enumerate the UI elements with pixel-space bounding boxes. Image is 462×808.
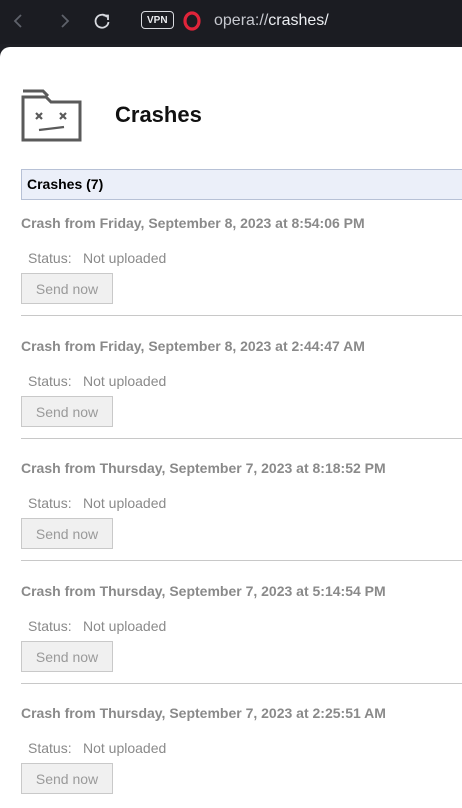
divider [21,438,462,439]
address-bar[interactable]: opera://crashes/ [214,11,329,31]
status-label: Status: [28,618,72,634]
forward-button[interactable] [53,10,75,32]
status-label: Status: [28,373,72,389]
sad-folder-icon [21,89,82,142]
page-title: Crashes [115,102,202,127]
back-button[interactable] [8,10,30,32]
crashes-section-header: Crashes (7) [21,169,462,200]
send-now-button[interactable]: Send now [21,763,113,794]
send-now-button[interactable]: Send now [21,518,113,549]
status-value: Not uploaded [83,250,167,266]
reload-button[interactable] [91,10,113,32]
send-now-button[interactable]: Send now [21,396,113,427]
chevron-right-icon [61,14,70,28]
crash-title: Crash from Thursday, September 7, 2023 a… [21,460,386,476]
status-value: Not uploaded [83,618,167,634]
status-label: Status: [28,495,72,511]
opera-logo-icon [183,11,201,31]
url-scheme: opera:// [214,12,269,29]
divider [21,683,462,684]
crash-entry: Crash from Thursday, September 7, 2023 a… [21,705,462,808]
status-label: Status: [28,250,72,266]
crash-title: Crash from Friday, September 8, 2023 at … [21,338,365,354]
page-content: Crashes Crashes (7) Crash from Friday, S… [0,47,462,808]
crash-title: Crash from Friday, September 8, 2023 at … [21,215,365,231]
crash-entry: Crash from Friday, September 8, 2023 at … [21,338,462,461]
send-now-button[interactable]: Send now [21,641,113,672]
browser-toolbar: VPN opera://crashes/ [0,0,462,44]
send-now-button[interactable]: Send now [21,273,113,304]
chevron-left-icon [13,14,22,28]
url-host: crashes/ [268,12,329,29]
status-value: Not uploaded [83,495,167,511]
reload-icon [94,13,110,29]
crash-entry: Crash from Thursday, September 7, 2023 a… [21,460,462,583]
divider [21,560,462,561]
crash-entry: Crash from Thursday, September 7, 2023 a… [21,583,462,706]
vpn-badge[interactable]: VPN [141,11,174,29]
status-label: Status: [28,740,72,756]
crash-title: Crash from Thursday, September 7, 2023 a… [21,583,386,599]
crash-entry: Crash from Friday, September 8, 2023 at … [21,215,462,338]
status-value: Not uploaded [83,373,167,389]
divider [21,315,462,316]
crash-title: Crash from Thursday, September 7, 2023 a… [21,705,386,721]
status-value: Not uploaded [83,740,167,756]
